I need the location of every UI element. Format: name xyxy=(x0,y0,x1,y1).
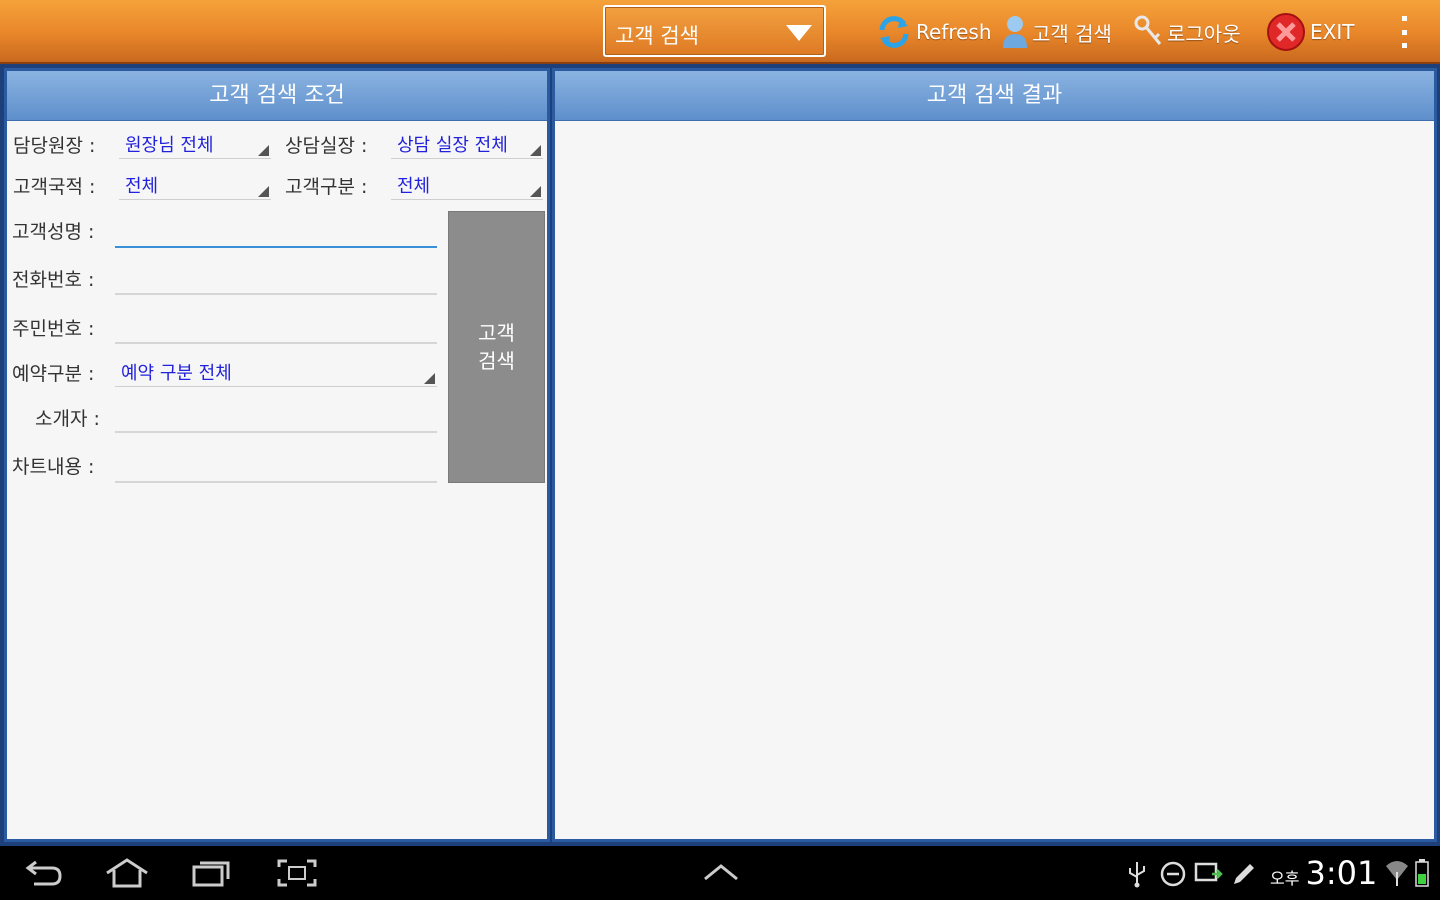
nationality-value: 전체 xyxy=(125,176,159,197)
customer-search-button[interactable]: 고객 검색 xyxy=(1002,12,1112,52)
logout-label: 로그아웃 xyxy=(1167,21,1241,46)
counselor-spinner[interactable]: 상담 실장 전체 xyxy=(391,125,543,159)
counselor-value: 상담 실장 전체 xyxy=(397,135,508,156)
nationality-row: 고객국적 : xyxy=(13,172,95,199)
category-value: 전체 xyxy=(397,176,431,197)
back-icon[interactable] xyxy=(24,858,64,888)
resident-number-label: 주민번호 : xyxy=(12,318,95,340)
refresh-label: Refresh xyxy=(916,20,992,44)
spinner-corner-icon xyxy=(258,145,269,156)
usb-icon xyxy=(1126,860,1148,888)
home-icon[interactable] xyxy=(104,858,150,888)
pen-icon xyxy=(1230,860,1256,888)
do-not-disturb-icon xyxy=(1159,860,1187,888)
resident-number-input[interactable] xyxy=(115,306,437,344)
overflow-menu-icon[interactable] xyxy=(1398,16,1410,48)
spinner-corner-icon xyxy=(530,145,541,156)
clock-ampm: 오후 xyxy=(1270,869,1300,888)
director-label: 담당원장 : xyxy=(13,135,96,157)
search-conditions-panel: 고객 검색 조건 담당원장 : 원장님 전체 상담실장 : 상담 실장 전체 고… xyxy=(4,68,550,842)
name-input[interactable] xyxy=(115,210,437,248)
reservation-spinner[interactable]: 예약 구분 전체 xyxy=(115,353,437,387)
director-spinner[interactable]: 원장님 전체 xyxy=(119,125,271,159)
customer-search-submit-button[interactable]: 고객 검색 xyxy=(448,211,545,483)
counselor-label: 상담실장 : xyxy=(285,135,368,157)
director-row: 담당원장 : xyxy=(13,131,95,158)
name-label: 고객성명 : xyxy=(12,221,95,243)
screenshot-icon[interactable] xyxy=(276,858,318,888)
status-clock: 오후 3:01 xyxy=(1270,854,1377,892)
chart-content-label: 차트내용 : xyxy=(12,456,95,478)
category-row: 고객구분 : xyxy=(285,172,367,199)
spinner-corner-icon xyxy=(424,373,435,384)
search-results-list xyxy=(555,122,1434,839)
nationality-label: 고객국적 : xyxy=(13,176,96,198)
chevron-up-icon[interactable] xyxy=(702,862,740,882)
action-bar: 고객 검색 Refresh 고객 검색 로그아웃 EXIT xyxy=(0,0,1440,64)
system-navigation-bar: 오후 3:01 xyxy=(0,846,1440,900)
spinner-corner-icon xyxy=(258,186,269,197)
close-circle-icon xyxy=(1266,12,1306,52)
dropdown-arrow-icon xyxy=(786,25,812,41)
screen-select-value: 고객 검색 xyxy=(615,24,699,48)
logout-button[interactable]: 로그아웃 xyxy=(1133,12,1241,52)
screen-mirror-icon xyxy=(1194,860,1224,888)
search-conditions-title: 고객 검색 조건 xyxy=(7,71,547,121)
screen-select-dropdown[interactable]: 고객 검색 xyxy=(603,5,826,57)
nationality-spinner[interactable]: 전체 xyxy=(119,166,271,200)
exit-button[interactable]: EXIT xyxy=(1266,12,1354,52)
search-results-title: 고객 검색 결과 xyxy=(555,71,1434,121)
user-icon xyxy=(1002,14,1028,50)
counselor-row: 상담실장 : xyxy=(285,131,367,158)
category-spinner[interactable]: 전체 xyxy=(391,166,543,200)
director-value: 원장님 전체 xyxy=(125,135,214,156)
phone-label: 전화번호 : xyxy=(12,269,95,291)
phone-input[interactable] xyxy=(115,257,437,295)
refresh-button[interactable]: Refresh xyxy=(876,12,992,52)
battery-icon xyxy=(1414,858,1430,888)
recent-apps-icon[interactable] xyxy=(190,858,232,888)
category-label: 고객구분 : xyxy=(285,176,368,198)
clock-time: 3:01 xyxy=(1305,854,1378,892)
referrer-label: 소개자 : xyxy=(35,408,100,430)
reservation-label: 예약구분 : xyxy=(12,363,95,385)
wifi-icon xyxy=(1384,858,1410,888)
refresh-icon xyxy=(876,14,912,50)
reservation-value: 예약 구분 전체 xyxy=(121,363,232,384)
exit-label: EXIT xyxy=(1310,20,1355,44)
spinner-corner-icon xyxy=(530,186,541,197)
key-icon xyxy=(1133,14,1163,50)
chart-content-input[interactable] xyxy=(115,445,437,483)
search-results-panel: 고객 검색 결과 xyxy=(552,68,1437,842)
referrer-input[interactable] xyxy=(115,395,437,433)
customer-search-label: 고객 검색 xyxy=(1032,21,1112,46)
